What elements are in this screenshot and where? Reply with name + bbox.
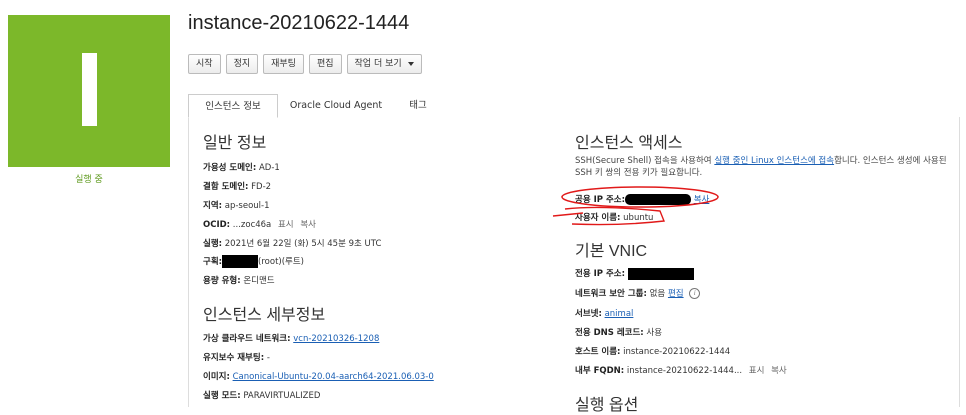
launched-value: 2021년 6월 22일 (화) 5시 45분 9초 UTC — [224, 239, 382, 249]
private-dns-row: 전용 DNS 레코드: 사용 — [575, 326, 662, 338]
ocid-show-link[interactable]: 표시 — [278, 220, 294, 230]
fqdn-row: 내부 FQDN: instance-20210622-1444... 표시 복사 — [575, 364, 787, 376]
launch-mode-value: PARAVIRTUALIZED — [243, 391, 321, 401]
capacity-type-value: 온디맨드 — [243, 276, 275, 286]
region-row: 지역: ap-seoul-1 — [203, 199, 270, 211]
instance-info-panel: 일반 정보 가용성 도메인: AD-1 결함 도메인: FD-2 지역: ap-… — [188, 117, 960, 414]
tab-tags[interactable]: 태그 — [398, 94, 438, 118]
instance-details-heading: 인스턴스 세부정보 — [203, 307, 326, 324]
redacted-block — [222, 255, 259, 268]
private-ip-label: 전용 IP 주소: — [575, 269, 625, 279]
fqdn-show-link[interactable]: 표시 — [749, 366, 765, 376]
image-link[interactable]: Canonical-Ubuntu-20.04-aarch64-2021.06.0… — [233, 372, 434, 382]
vcn-row: 가상 클라우드 네트워크: vcn-20210326-1208 — [203, 332, 379, 344]
private-dns-label: 전용 DNS 레코드: — [575, 328, 644, 338]
tab-oracle-cloud-agent[interactable]: Oracle Cloud Agent — [286, 94, 386, 118]
instance-status-tile — [8, 15, 170, 167]
tab-instance-info[interactable]: 인스턴스 정보 — [188, 94, 278, 118]
fault-domain-value: FD-2 — [251, 182, 272, 192]
instance-letter-glyph — [82, 53, 97, 126]
ocid-label: OCID: — [203, 220, 231, 230]
redacted-block — [627, 267, 694, 280]
launch-mode-label: 실행 모드: — [203, 391, 241, 401]
availability-domain-row: 가용성 도메인: AD-1 — [203, 161, 280, 173]
connect-instance-link[interactable]: 실행 중인 Linux 인스턴스에 접속 — [714, 156, 834, 166]
info-icon[interactable]: i — [689, 288, 701, 299]
page-title: instance-20210622-1444 — [188, 12, 410, 34]
maintenance-reboot-row: 유지보수 재부팅: - — [203, 351, 270, 363]
fqdn-label: 내부 FQDN: — [575, 366, 625, 376]
maintenance-reboot-value: - — [266, 353, 270, 363]
primary-vnic-heading: 기본 VNIC — [575, 243, 648, 260]
subnet-link[interactable]: animal — [605, 309, 634, 319]
compartment-row: 구획: (root)(루트) — [203, 255, 304, 268]
private-dns-value: 사용 — [646, 328, 663, 338]
fault-domain-label: 결함 도메인: — [203, 182, 249, 192]
region-value: ap-seoul-1 — [224, 201, 270, 211]
edit-button[interactable]: 편집 — [308, 54, 342, 74]
capacity-type-row: 용량 유형: 온디맨드 — [203, 274, 275, 286]
private-ip-row: 전용 IP 주소: — [575, 267, 694, 280]
reboot-button[interactable]: 재부팅 — [263, 54, 304, 74]
availability-domain-value: AD-1 — [258, 163, 280, 173]
access-desc-before: SSH(Secure Shell) 접속을 사용하여 — [575, 156, 715, 166]
hostname-row: 호스트 이름: instance-20210622-1444 — [575, 345, 730, 357]
nsg-label: 네트워크 보안 그룹: — [575, 289, 647, 299]
compartment-label: 구획: — [203, 257, 223, 267]
launch-mode-row: 실행 모드: PARAVIRTUALIZED — [203, 389, 320, 401]
general-info-heading: 일반 정보 — [203, 135, 267, 152]
launch-options-heading: 실행 옵션 — [575, 397, 639, 414]
fault-domain-row: 결함 도메인: FD-2 — [203, 180, 271, 192]
vcn-label: 가상 클라우드 네트워크: — [203, 334, 291, 344]
nsg-row: 네트워크 보안 그룹: 없음 편집 i — [575, 287, 701, 299]
public-ip-label: 공용 IP 주소: — [575, 195, 625, 205]
image-row: 이미지: Canonical-Ubuntu-20.04-aarch64-2021… — [203, 370, 434, 382]
public-ip-copy-link[interactable]: 복사 — [694, 195, 710, 205]
region-label: 지역: — [203, 201, 223, 211]
availability-domain-label: 가용성 도메인: — [203, 163, 257, 173]
capacity-type-label: 용량 유형: — [203, 276, 241, 286]
start-button[interactable]: 시작 — [188, 54, 221, 74]
ocid-copy-link[interactable]: 복사 — [300, 220, 316, 230]
ocid-row: OCID: ...zoc46a 표시 복사 — [203, 218, 316, 230]
username-value: ubuntu — [623, 213, 654, 223]
redacted-block — [625, 194, 691, 205]
hostname-label: 호스트 이름: — [575, 347, 621, 357]
nsg-value: 없음 — [649, 289, 666, 299]
subnet-label: 서브넷: — [575, 309, 602, 319]
more-actions-label: 작업 더 보기 — [354, 59, 402, 69]
launched-row: 실행: 2021년 6월 22일 (화) 5시 45분 9초 UTC — [203, 237, 381, 249]
image-label: 이미지: — [203, 372, 230, 382]
username-row: 사용자 이름: ubuntu — [575, 211, 653, 223]
fqdn-copy-link[interactable]: 복사 — [771, 366, 787, 376]
ocid-value: ...zoc46a — [232, 220, 272, 230]
maintenance-reboot-label: 유지보수 재부팅: — [203, 353, 265, 363]
vcn-link[interactable]: vcn-20210326-1208 — [293, 334, 379, 344]
subnet-row: 서브넷: animal — [575, 307, 633, 319]
nsg-edit-link[interactable]: 편집 — [668, 289, 684, 299]
instance-access-heading: 인스턴스 액세스 — [575, 135, 683, 152]
access-description: SSH(Secure Shell) 접속을 사용하여 실행 중인 Linux 인… — [575, 155, 955, 179]
fqdn-value: instance-20210622-1444... — [626, 366, 743, 376]
public-ip-row: 공용 IP 주소: 복사 — [575, 193, 709, 205]
hostname-value: instance-20210622-1444 — [623, 347, 731, 357]
status-label: 실행 중 — [75, 175, 103, 185]
stop-button[interactable]: 정지 — [225, 54, 259, 74]
caret-down-icon — [407, 62, 414, 66]
more-actions-button[interactable]: 작업 더 보기 — [346, 54, 422, 74]
action-toolbar: 시작 정지 재부팅 편집 작업 더 보기 — [188, 54, 422, 74]
launched-label: 실행: — [203, 239, 223, 249]
compartment-value: (root)(루트) — [258, 257, 304, 267]
username-label: 사용자 이름: — [575, 213, 621, 223]
